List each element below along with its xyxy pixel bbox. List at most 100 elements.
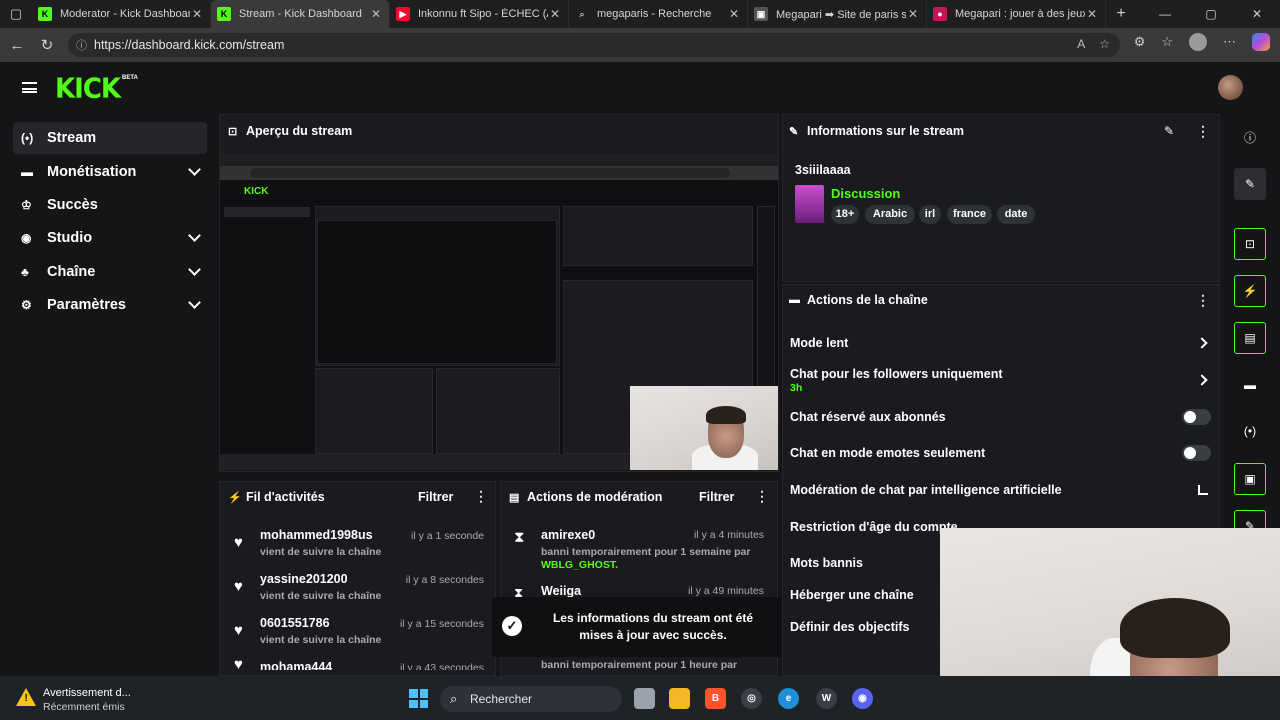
site-info-icon[interactable]: ⓘ [76, 37, 94, 53]
success-toast[interactable]: ✓ Les informations du stream ont été mis… [492, 597, 786, 657]
moderation-username[interactable]: Weiiga [541, 584, 581, 598]
subscribers-only-toggle[interactable] [1182, 409, 1211, 425]
browser-tab-moderator[interactable]: K Moderator - Kick Dashboard ✕ [32, 0, 211, 28]
activity-more-icon[interactable]: ⋮ [474, 488, 488, 505]
preview-logo: KICK [244, 186, 269, 197]
close-tab-icon[interactable]: ✕ [369, 7, 383, 21]
windows-start-icon[interactable] [409, 689, 428, 708]
category-thumbnail[interactable] [795, 185, 824, 223]
brave-icon[interactable]: B [705, 688, 726, 709]
favorite-star-icon[interactable]: ☆ [1099, 37, 1110, 51]
goals-row[interactable]: Définir des objectifs [790, 620, 909, 634]
moderation-filter-button[interactable]: Filtrer [699, 490, 734, 504]
tab-title: Megapari ➡ Site de paris sp [776, 8, 906, 21]
close-tab-icon[interactable]: ✕ [727, 7, 741, 21]
slow-mode-row[interactable]: Mode lent [790, 336, 848, 350]
close-tab-icon[interactable]: ✕ [1085, 7, 1099, 21]
beta-badge: BETA [122, 75, 138, 81]
address-bar[interactable]: ⓘ https://dashboard.kick.com/stream A ☆ [68, 33, 1120, 57]
broadcast-icon[interactable]: (•) [1234, 415, 1266, 447]
ai-moderation-row[interactable]: Modération de chat par intelligence arti… [790, 483, 1062, 497]
file-explorer-icon[interactable] [669, 688, 690, 709]
more-options-icon[interactable]: ⋯ [1223, 34, 1236, 50]
external-link-icon[interactable] [1198, 485, 1208, 495]
sidebar-item-parametres[interactable]: ⚙ Paramètres [13, 289, 207, 321]
tab-actions-icon[interactable]: ▢ [0, 0, 32, 28]
profile-avatar-icon[interactable] [1189, 33, 1207, 51]
moderation-username[interactable]: amirexe0 [541, 528, 595, 542]
edge-icon[interactable]: e [778, 688, 799, 709]
moderation-more-icon[interactable]: ⋮ [755, 488, 769, 505]
close-window-icon[interactable]: ✕ [1234, 0, 1280, 28]
taskbar-search[interactable]: ⌕ Rechercher [440, 686, 622, 712]
notification-title[interactable]: Avertissement d... [43, 687, 131, 699]
activity-username[interactable]: yassine201200 [260, 572, 348, 586]
back-icon[interactable]: ← [2, 37, 32, 54]
stream-preview-video[interactable]: KICK [220, 154, 778, 470]
wordpress-icon[interactable]: W [816, 688, 837, 709]
channel-actions-icon: ▬ [789, 294, 800, 306]
maximize-icon[interactable]: ▢ [1188, 0, 1234, 28]
preview-url [250, 168, 730, 178]
stream-info-more-icon[interactable]: ⋮ [1196, 123, 1210, 140]
sidebar-item-monetisation[interactable]: ▬ Monétisation [13, 156, 207, 188]
close-tab-icon[interactable]: ✕ [906, 7, 920, 21]
moderator-name[interactable]: WBLG_GHOST. [541, 559, 618, 571]
banned-words-row[interactable]: Mots bannis [790, 556, 863, 570]
edit-icon[interactable]: ✎ [1234, 168, 1266, 200]
info-icon[interactable]: ⓘ [1234, 121, 1266, 153]
close-tab-icon[interactable]: ✕ [548, 7, 562, 21]
chat-icon[interactable]: ▬ [1234, 369, 1266, 401]
emotes-only-toggle[interactable] [1182, 445, 1211, 461]
activity-username[interactable]: 0601551786 [260, 616, 330, 630]
preview-webcam [630, 386, 778, 470]
followers-only-row[interactable]: Chat pour les followers uniquement [790, 367, 1003, 381]
preview-inner-info [563, 206, 753, 266]
channel-actions-icon[interactable]: ▣ [1234, 463, 1266, 495]
document-icon[interactable]: ▤ [1234, 322, 1266, 354]
age-restriction-row[interactable]: Restriction d'âge du compte [790, 520, 958, 534]
favorites-icon[interactable]: ☆ [1161, 34, 1173, 50]
category-name[interactable]: Discussion [831, 186, 900, 201]
channel-actions-more-icon[interactable]: ⋮ [1196, 292, 1210, 309]
preview-toggle-icon[interactable]: ⊡ [1234, 228, 1266, 260]
preview-icon: ⊡ [228, 125, 238, 138]
activity-username[interactable]: mohama444 [260, 660, 332, 670]
reload-icon[interactable]: ↻ [32, 36, 62, 54]
tag-badge: Arabic [865, 205, 915, 224]
kick-logo[interactable]: KICK [55, 73, 121, 105]
kick-favicon-icon: K [217, 7, 231, 21]
lightning-icon[interactable]: ⚡ [1234, 275, 1266, 307]
discord-icon[interactable]: ◉ [852, 688, 873, 709]
extensions-icon[interactable]: ⚙ [1134, 34, 1146, 50]
close-tab-icon[interactable]: ✕ [190, 7, 204, 21]
browser-tab-search[interactable]: ⌕ megaparis - Recherche ✕ [569, 0, 748, 28]
activity-username[interactable]: mohammed1998us [260, 528, 373, 542]
sidebar-item-stream[interactable]: (•) Stream [13, 122, 207, 154]
heart-icon: ♥ [234, 622, 243, 639]
task-view-icon[interactable] [634, 688, 655, 709]
chatgpt-icon[interactable]: ◎ [741, 688, 762, 709]
activity-filter-button[interactable]: Filtrer [418, 490, 453, 504]
menu-icon[interactable] [22, 82, 37, 93]
browser-tab-stream[interactable]: K Stream - Kick Dashboard ✕ [211, 0, 390, 28]
new-tab-button[interactable]: + [1106, 5, 1136, 23]
browser-tab-megapari-games[interactable]: ● Megapari : jouer à des jeux c ✕ [927, 0, 1106, 28]
tag-badge: france [947, 205, 992, 224]
sidebar-item-label: Monétisation [47, 164, 137, 180]
activity-time: il y a 43 secondes [399, 662, 484, 670]
browser-tab-youtube[interactable]: ▶ Inkonnu ft Sipo - ÉCHEC (AB ✕ [390, 0, 569, 28]
minimize-icon[interactable]: — [1142, 0, 1188, 28]
activity-description: vient de suivre la chaîne [260, 634, 382, 646]
host-channel-row[interactable]: Héberger une chaîne [790, 588, 914, 602]
edit-pencil-icon[interactable]: ✎ [1164, 124, 1174, 138]
browser-tab-megapari-site[interactable]: ▣ Megapari ➡ Site de paris sp ✕ [748, 0, 927, 28]
chevron-down-icon [188, 229, 201, 242]
sidebar-item-succes[interactable]: ♔ Succès [13, 189, 207, 221]
user-avatar[interactable] [1218, 75, 1243, 100]
chevron-down-icon [188, 296, 201, 309]
read-aloud-icon[interactable]: A [1077, 37, 1085, 51]
sidebar-item-chaine[interactable]: ♣ Chaîne [13, 256, 207, 288]
sidebar-item-studio[interactable]: ◉ Studio [13, 222, 207, 254]
copilot-icon[interactable] [1252, 33, 1270, 51]
